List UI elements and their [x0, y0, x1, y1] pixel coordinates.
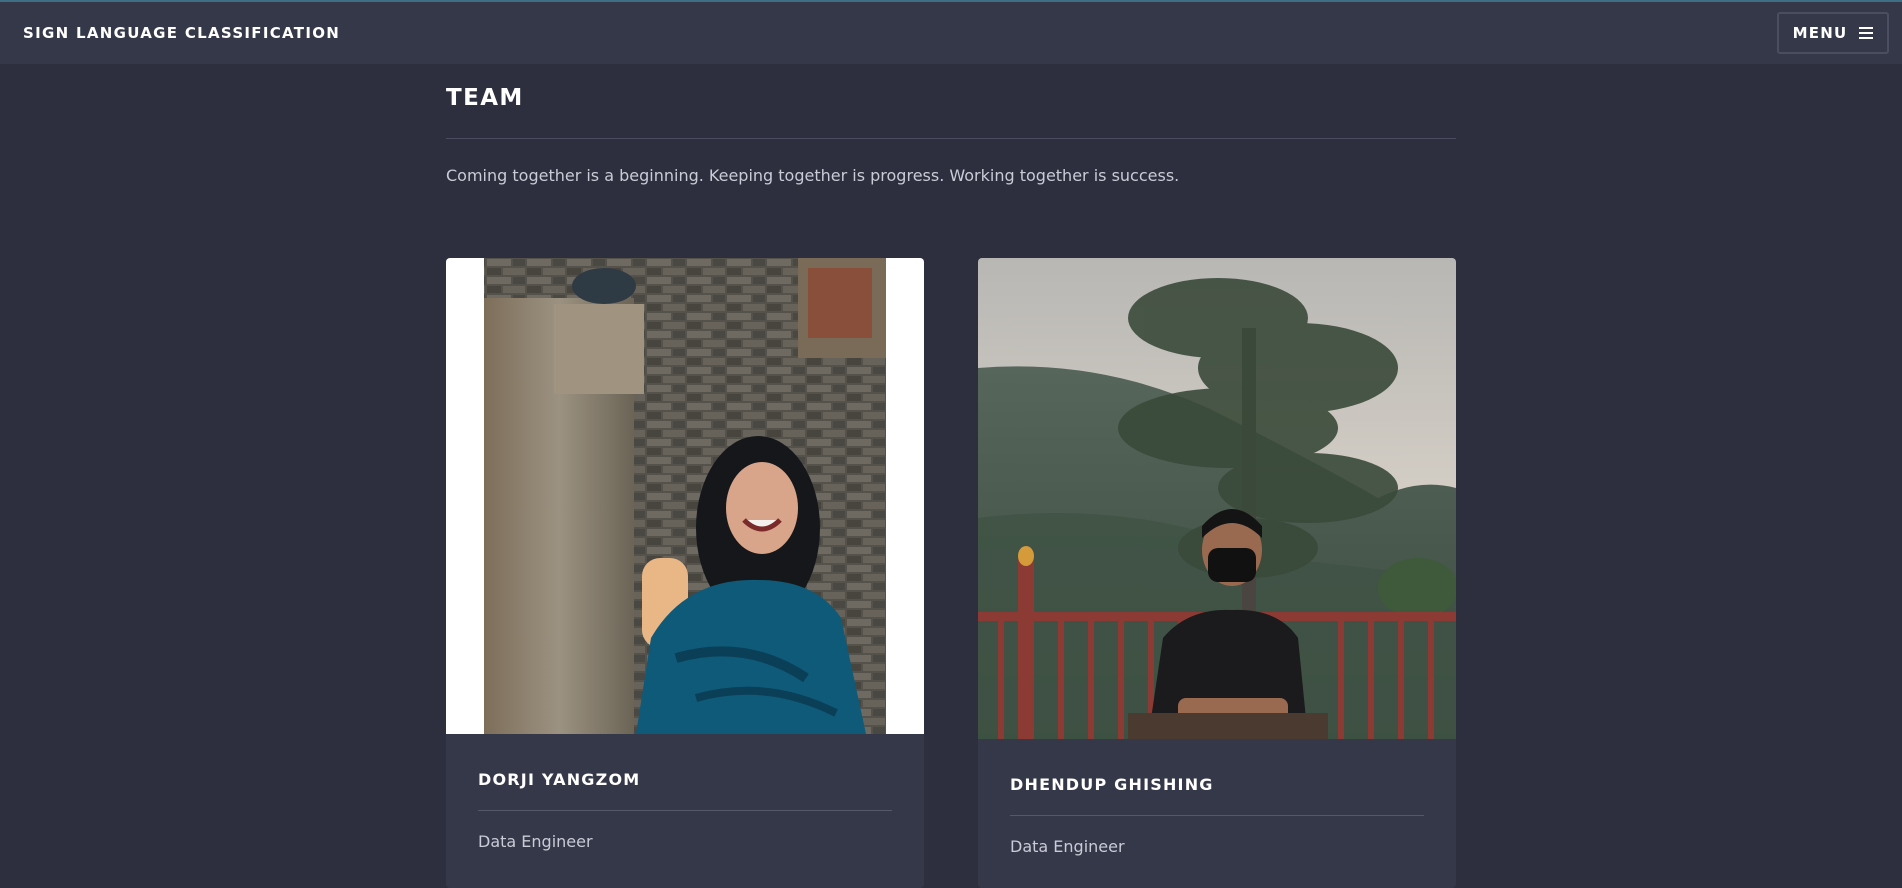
section-tagline: Coming together is a beginning. Keeping …: [446, 166, 1180, 185]
team-card-dhendup: DHENDUP GHISHING Data Engineer: [978, 258, 1456, 888]
photo-portrait: [446, 258, 924, 734]
card-divider: [1010, 815, 1424, 816]
team-member-name: DHENDUP GHISHING: [1010, 775, 1214, 794]
hamburger-icon: [1859, 27, 1874, 39]
menu-label: MENU: [1792, 24, 1848, 42]
menu-button[interactable]: MENU: [1777, 12, 1889, 54]
photo-portrait: [978, 258, 1456, 739]
page-title: TEAM: [446, 85, 524, 111]
team-member-photo: [978, 258, 1456, 739]
team-member-role: Data Engineer: [1010, 837, 1125, 856]
site-title[interactable]: SIGN LANGUAGE CLASSIFICATION: [23, 24, 340, 42]
site-header: SIGN LANGUAGE CLASSIFICATION MENU: [0, 2, 1902, 64]
team-card-body: DORJI YANGZOM Data Engineer: [446, 734, 924, 888]
team-member-role: Data Engineer: [478, 832, 593, 851]
team-card-body: DHENDUP GHISHING Data Engineer: [978, 739, 1456, 888]
card-divider: [478, 810, 892, 811]
team-card-dorji: DORJI YANGZOM Data Engineer: [446, 258, 924, 888]
team-member-photo: [446, 258, 924, 734]
team-member-name: DORJI YANGZOM: [478, 770, 641, 789]
title-divider: [446, 138, 1456, 139]
